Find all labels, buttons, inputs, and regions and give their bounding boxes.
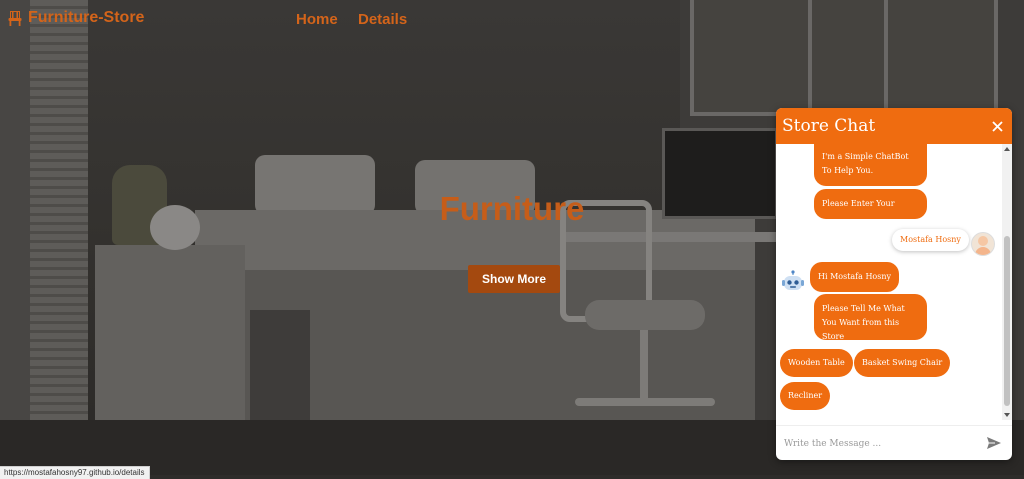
chat-title: Store Chat [782,116,876,136]
nav-link-details[interactable]: Details [358,11,407,28]
status-bar-url: https://mostafahosny97.github.io/details [0,466,150,479]
chat-input-bar [776,425,1012,460]
chair-icon [8,11,22,26]
scrollbar-thumb[interactable] [1004,236,1010,406]
option-basket-swing-chair[interactable]: Basket Swing Chair [854,349,951,377]
chat-messages: I'm a Simple ChatBot To Help You. Please… [776,144,1002,420]
chat-header: Store Chat [776,108,1012,144]
nav-link-home[interactable]: Home [296,11,338,28]
navbar: Furniture-Store Home Details [0,0,1024,38]
send-icon[interactable] [986,436,1002,450]
option-wooden-table[interactable]: Wooden Table [780,349,853,377]
bot-message: Please Enter Your Name! [814,189,927,228]
chat-widget: Store Chat I'm a Simple ChatBot To Help … [776,108,1012,460]
bot-message: Please Tell Me What You Want from this S… [814,294,927,341]
brand-name: Furniture-Store [28,9,145,26]
option-recliner[interactable]: Recliner [780,382,831,410]
bot-message: Hi Mostafa Hosny [810,262,900,292]
close-icon[interactable] [990,119,1004,133]
robot-icon [782,270,804,290]
user-avatar [971,232,995,256]
scroll-down-arrow-icon[interactable] [1004,413,1010,417]
bot-message: I'm a Simple ChatBot To Help You. [814,144,927,186]
user-message: Mostafa Hosny [892,229,969,251]
scroll-up-arrow-icon[interactable] [1004,147,1010,151]
chat-message-input[interactable] [782,434,976,454]
chat-scrollbar[interactable] [1002,144,1012,420]
brand-logo[interactable]: Furniture-Store [8,9,144,27]
show-more-button[interactable]: Show More [468,265,560,293]
